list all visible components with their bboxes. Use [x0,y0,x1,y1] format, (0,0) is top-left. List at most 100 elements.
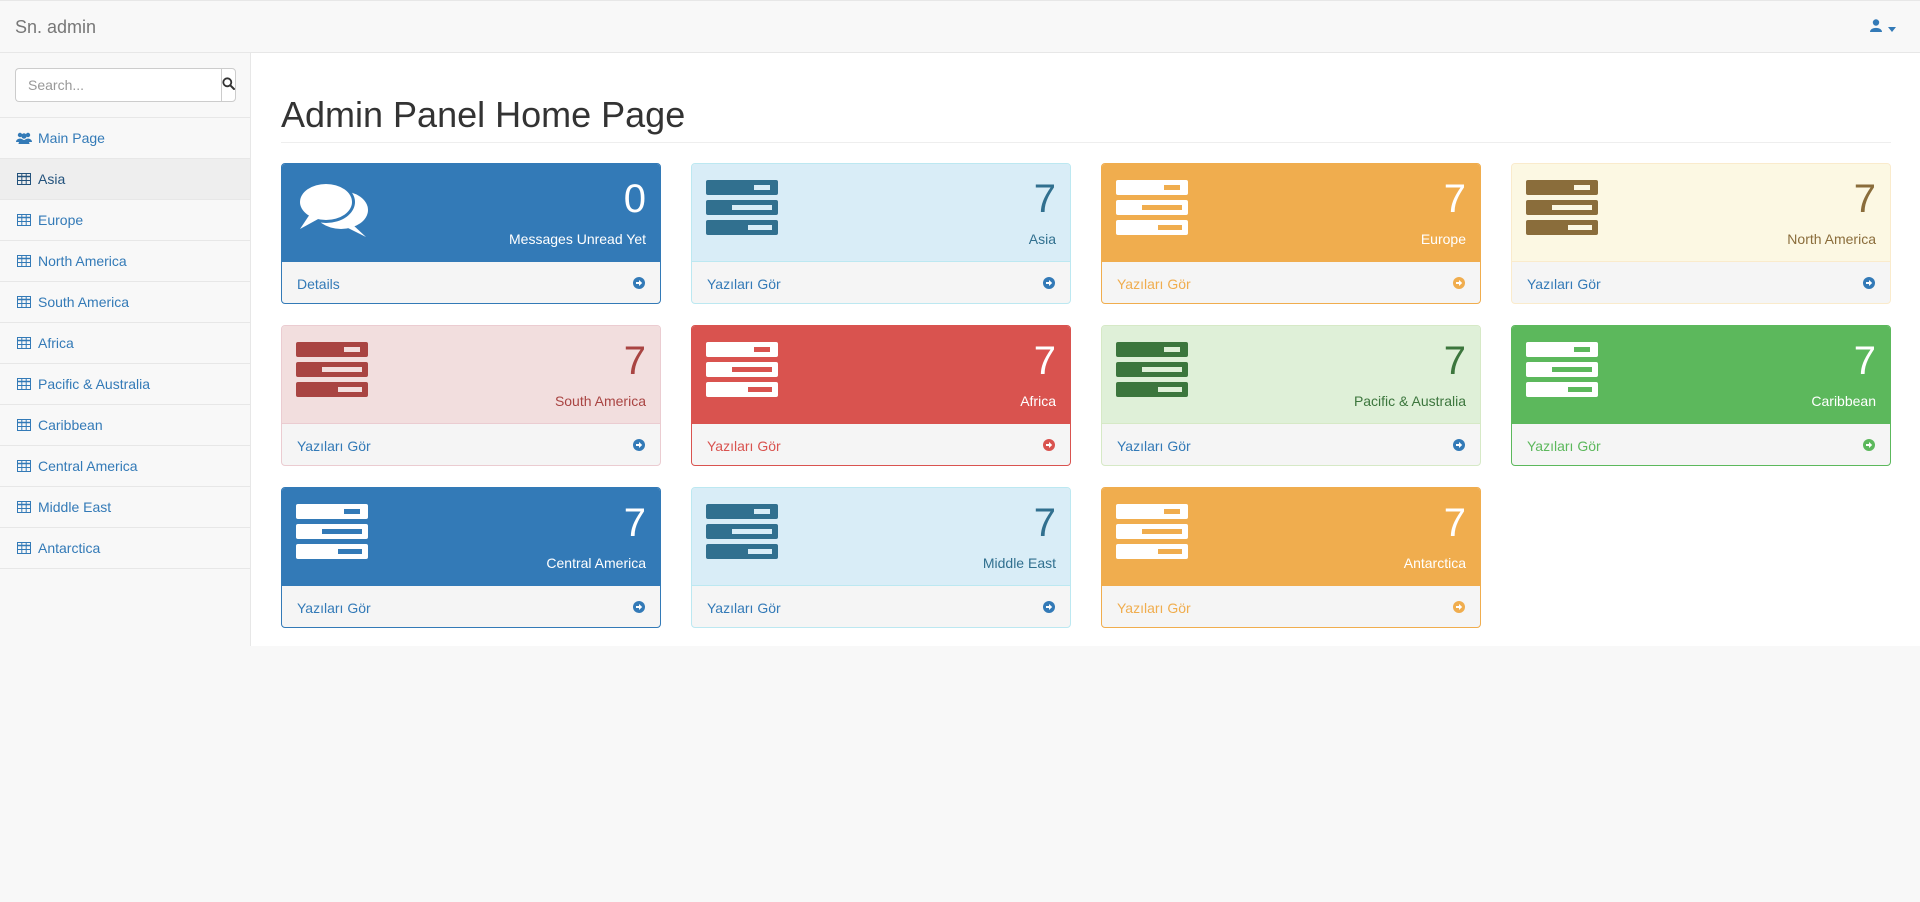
view-posts-link[interactable]: Yazıları Gör [692,424,1070,465]
table-icon [16,214,32,226]
view-posts-link[interactable]: Yazıları Gör [1512,262,1890,303]
sidebar-item-label: Caribbean [38,417,103,433]
brand-title[interactable]: Sn. admin [15,17,96,38]
table-icon [16,460,32,472]
sidebar-item-label: Central America [38,458,138,474]
server-icon [706,504,778,563]
panel-north-america: 7 North America Yazıları Gör [1511,163,1891,304]
view-posts-link[interactable]: Yazıları Gör [1102,586,1480,627]
arrow-circle-right-icon [633,438,645,454]
panel-label: Middle East [982,555,1056,571]
sidebar-item-middle-east[interactable]: Middle East [0,487,250,528]
panel-label: Caribbean [1811,393,1876,409]
panel-pacific-australia: 7 Pacific & Australia Yazıları Gör [1101,325,1481,466]
view-posts-link[interactable]: Yazıları Gör [1102,424,1480,465]
top-navbar: Sn. admin [0,0,1920,53]
panel-caribbean: 7 Caribbean Yazıları Gör [1511,325,1891,466]
panel-heading: 7 Europe [1102,164,1480,262]
panel-footer-text: Yazıları Gör [297,599,371,616]
panel-heading: 7 Asia [692,164,1070,262]
panel-label: North America [1787,231,1876,247]
panel-count: 7 [1853,177,1876,221]
arrow-circle-right-icon [1453,276,1465,292]
details-link[interactable]: Details [282,262,660,303]
panel-heading: 7 Caribbean [1512,326,1890,424]
table-icon [16,378,32,390]
panel-central-america: 7 Central America Yazıları Gör [281,487,661,628]
panel-europe: 7 Europe Yazıları Gör [1101,163,1481,304]
panel-count: 7 [1853,339,1876,383]
table-icon [16,337,32,349]
panel-footer-text: Yazıları Gör [1117,599,1191,616]
server-icon [296,504,368,563]
server-icon [1526,180,1598,239]
table-icon [16,419,32,431]
sidebar-nav: Main Page Asia Europe North America South Am… [0,118,250,569]
sidebar-item-label: Europe [38,212,84,228]
view-posts-link[interactable]: Yazıları Gör [692,262,1070,303]
panel-heading: 7 Africa [692,326,1070,424]
sidebar-item-central-america[interactable]: Central America [0,446,250,487]
view-posts-link[interactable]: Yazıları Gör [692,586,1070,627]
panel-label: Messages Unread Yet [509,231,646,247]
server-icon [706,342,778,401]
view-posts-link[interactable]: Yazıları Gör [282,424,660,465]
sidebar-item-asia[interactable]: Asia [0,159,250,200]
caret-down-icon [1888,19,1896,35]
server-icon [1526,342,1598,401]
view-posts-link[interactable]: Yazıları Gör [1512,424,1890,465]
panel-heading: 7 Middle East [692,488,1070,586]
user-menu-toggle[interactable] [1870,19,1896,35]
sidebar-item-main-page[interactable]: Main Page [0,118,250,159]
view-posts-link[interactable]: Yazıları Gör [1102,262,1480,303]
panel-label: Pacific & Australia [1353,393,1466,409]
panel-count: 7 [1443,339,1466,383]
arrow-circle-right-icon [1453,438,1465,454]
page-title: Admin Panel Home Page [281,94,686,135]
table-icon [16,542,32,554]
sidebar-item-south-america[interactable]: South America [0,282,250,323]
arrow-circle-right-icon [1043,438,1055,454]
panel-footer-text: Yazıları Gör [1117,275,1191,292]
panel-label: Antarctica [1403,555,1466,571]
panel-count: 7 [1443,501,1466,545]
panel-heading: 7 Central America [282,488,660,586]
sidebar-item-pacific-australia[interactable]: Pacific & Australia [0,364,250,405]
arrow-circle-right-icon [1453,600,1465,616]
panel-label: Africa [1020,393,1056,409]
panel-asia: 7 Asia Yazıları Gör [691,163,1071,304]
sidebar-item-europe[interactable]: Europe [0,200,250,241]
panel-footer-text: Yazıları Gör [707,437,781,454]
sidebar-item-label: North America [38,253,127,269]
panel-messages-unread-yet: 0 Messages Unread Yet Details [281,163,661,304]
main-content: Admin Panel Home Page 0 Messages Unread Y… [251,53,1920,646]
arrow-circle-right-icon [633,276,645,292]
sidebar-item-north-america[interactable]: North America [0,241,250,282]
server-icon [1116,504,1188,563]
arrow-circle-right-icon [1863,438,1875,454]
sidebar-search [0,53,250,118]
search-icon [222,77,235,93]
search-button[interactable] [221,68,236,102]
sidebar-item-label: Middle East [38,499,112,515]
panel-south-america: 7 South America Yazıları Gör [281,325,661,466]
panel-label: Central America [546,555,646,571]
panel-africa: 7 Africa Yazıları Gör [691,325,1071,466]
panel-heading: 7 Pacific & Australia [1102,326,1480,424]
sidebar-item-antarctica[interactable]: Antarctica [0,528,250,569]
view-posts-link[interactable]: Yazıları Gör [282,586,660,627]
panel-footer-text: Yazıları Gör [1527,275,1601,292]
sidebar-item-caribbean[interactable]: Caribbean [0,405,250,446]
arrow-circle-right-icon [633,600,645,616]
search-input[interactable] [15,68,221,102]
table-icon [16,173,32,185]
panel-label: Asia [1028,231,1056,247]
panel-footer-text: Yazıları Gör [297,437,371,454]
panel-heading: 7 North America [1512,164,1890,262]
sidebar-item-africa[interactable]: Africa [0,323,250,364]
comments-icon [296,180,370,241]
search-input-group [15,68,236,102]
sidebar-item-label: Pacific & Australia [38,376,151,392]
panel-count: 7 [1443,177,1466,221]
page-header: Admin Panel Home Page [281,91,1891,143]
